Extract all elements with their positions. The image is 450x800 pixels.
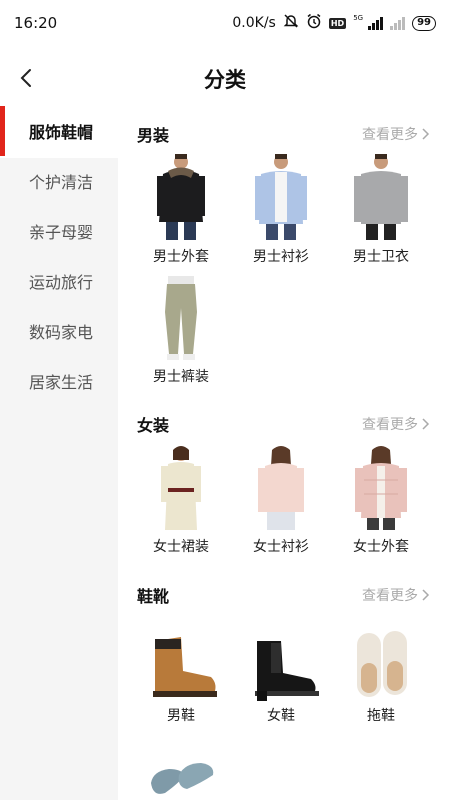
women-jacket-image xyxy=(355,446,407,530)
signal-secondary-icon xyxy=(390,16,406,30)
hd-badge: HD xyxy=(328,17,347,29)
item-label: 女鞋 xyxy=(267,708,295,724)
see-more-label: 查看更多 xyxy=(362,417,418,433)
mute-bell-icon xyxy=(283,13,299,33)
item-label: 女士外套 xyxy=(353,539,409,555)
section-title: 男装 xyxy=(137,126,170,145)
sidebar-item-home[interactable]: 居家生活 xyxy=(0,358,118,408)
item-label: 男鞋 xyxy=(167,708,195,724)
network-speed: 0.0K/s xyxy=(232,15,276,31)
signal-icon xyxy=(368,16,384,30)
section-women: 女装 查看更多 女士裙装 女士衬衫 女士外套 xyxy=(118,412,450,572)
network-gen: 5G xyxy=(353,14,364,22)
sidebar-item-baby[interactable]: 亲子母婴 xyxy=(0,208,118,258)
item-label: 男士裤装 xyxy=(153,369,209,385)
header: 分类 xyxy=(0,48,450,108)
category-item[interactable]: 拖鞋 xyxy=(331,627,431,725)
men-shirt-image xyxy=(255,154,307,240)
category-item[interactable]: 男士外套 xyxy=(131,152,231,266)
see-more-button[interactable]: 查看更多 xyxy=(362,414,430,434)
category-item[interactable] xyxy=(131,753,231,800)
women-dress-image xyxy=(161,446,201,530)
slipper-image xyxy=(357,631,407,697)
category-item[interactable]: 女士裙装 xyxy=(131,442,231,556)
women-boot-image xyxy=(255,641,319,701)
sidebar-item-electronics[interactable]: 数码家电 xyxy=(0,308,118,358)
page-title: 分类 xyxy=(204,68,246,92)
see-more-label: 查看更多 xyxy=(362,588,418,604)
item-label: 男士衬衫 xyxy=(253,249,309,265)
status-bar: 16:20 0.0K/s HD 5G 99 xyxy=(0,0,450,48)
category-item[interactable]: 女士衬衫 xyxy=(231,442,331,556)
category-item[interactable]: 男士衬衫 xyxy=(231,152,331,266)
sidebar-item-personal-care[interactable]: 个护清洁 xyxy=(0,158,118,208)
battery-level: 99 xyxy=(412,15,436,31)
category-content: 男装 查看更多 男士外套 男士衬衫 男士卫衣 男士裤装 女装 查看更多 女士裙装… xyxy=(118,108,450,800)
men-pants-image xyxy=(165,276,197,360)
alarm-icon xyxy=(306,13,322,33)
chevron-left-icon xyxy=(20,69,31,87)
section-shoes: 鞋靴 查看更多 男鞋 女鞋 拖鞋 xyxy=(118,583,450,800)
men-sweatshirt-image xyxy=(354,154,408,240)
item-label: 女士衬衫 xyxy=(253,539,309,555)
see-more-label: 查看更多 xyxy=(362,127,418,143)
see-more-button[interactable]: 查看更多 xyxy=(362,585,430,605)
category-item[interactable]: 男士裤装 xyxy=(131,272,231,386)
category-sidebar: 服饰鞋帽 个护清洁 亲子母婴 运动旅行 数码家电 居家生活 xyxy=(0,106,118,800)
category-item[interactable]: 女鞋 xyxy=(231,627,331,725)
see-more-button[interactable]: 查看更多 xyxy=(362,124,430,144)
status-time: 16:20 xyxy=(14,14,58,32)
chevron-right-icon xyxy=(422,128,430,140)
section-men: 男装 查看更多 男士外套 男士衬衫 男士卫衣 男士裤装 xyxy=(118,122,450,392)
sidebar-item-sports[interactable]: 运动旅行 xyxy=(0,258,118,308)
status-icons: 0.0K/s HD 5G 99 xyxy=(232,13,436,33)
section-title: 鞋靴 xyxy=(137,587,170,606)
item-label: 男士外套 xyxy=(153,249,209,265)
chevron-right-icon xyxy=(422,589,430,601)
back-button[interactable] xyxy=(12,62,42,94)
item-label: 女士裙装 xyxy=(153,539,209,555)
men-boot-image xyxy=(153,637,217,697)
section-title: 女装 xyxy=(137,416,170,435)
chevron-right-icon xyxy=(422,418,430,430)
women-shirt-image xyxy=(258,446,304,530)
category-item[interactable]: 女士外套 xyxy=(331,442,431,556)
insole-image xyxy=(151,763,214,794)
item-label: 男士卫衣 xyxy=(353,249,409,265)
category-item[interactable]: 男鞋 xyxy=(131,627,231,725)
sidebar-item-apparel[interactable]: 服饰鞋帽 xyxy=(0,106,118,158)
men-jacket-image xyxy=(157,154,205,240)
item-label: 拖鞋 xyxy=(367,708,395,724)
category-item[interactable]: 男士卫衣 xyxy=(331,152,431,266)
